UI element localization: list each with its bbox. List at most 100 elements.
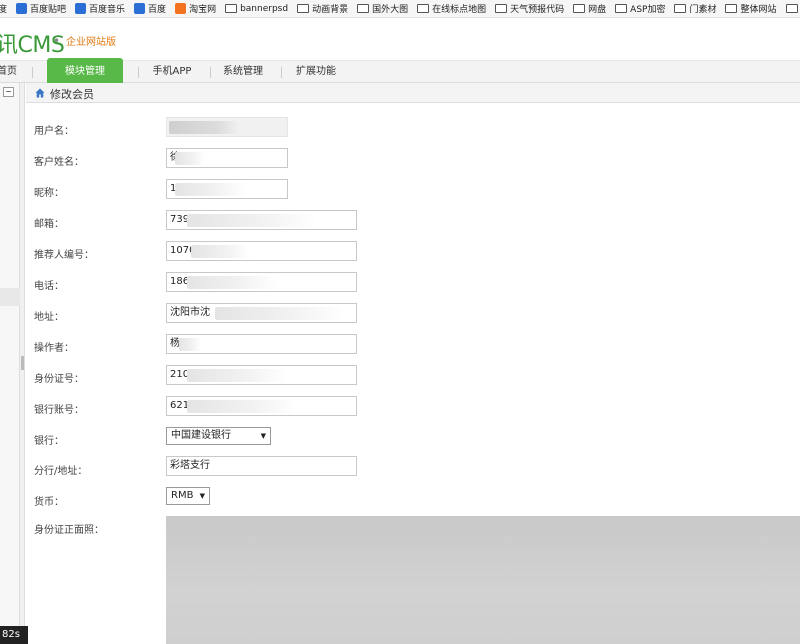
redacted-mask	[175, 152, 205, 165]
bookmark-item[interactable]: 淘宝网	[175, 2, 216, 15]
folder-icon	[573, 4, 586, 13]
nav-divider	[210, 67, 211, 78]
nickname-field[interactable]: 1	[166, 179, 288, 199]
address-label: 地址：	[34, 312, 64, 323]
bookmark-item[interactable]: bannerpsd	[225, 4, 288, 14]
branch-value: 彩塔支行	[170, 460, 210, 471]
email-field[interactable]: 739	[166, 210, 357, 230]
redacted-mask	[191, 245, 251, 258]
nav-extensions[interactable]: 扩展功能	[285, 61, 347, 83]
nickname-label: 昵称：	[34, 188, 64, 199]
paw-icon	[16, 3, 28, 14]
id-front-photo[interactable]	[166, 516, 800, 644]
idphoto-label: 身份证正面照：	[34, 525, 104, 536]
bookmark-item[interactable]: 百度音乐	[75, 2, 125, 15]
bookmark-label: 淘宝网	[189, 5, 217, 15]
redacted-mask	[187, 214, 317, 227]
operator-field[interactable]: 杨	[166, 334, 357, 354]
idcard-label: 身份证号：	[34, 374, 84, 385]
folder-icon	[417, 4, 430, 13]
folder-icon	[785, 4, 798, 13]
nav-module-management[interactable]: 模块管理	[47, 58, 123, 83]
bookmark-label: 动画背景	[312, 5, 349, 15]
paw-icon	[134, 3, 146, 14]
bookmark-label: ASP加密	[630, 5, 666, 15]
realname-field[interactable]: 徐	[166, 148, 288, 168]
bookmark-item[interactable]: 百度	[134, 2, 166, 15]
dropdown-arrow-icon: ▼	[260, 432, 266, 440]
bookmark-item[interactable]: 动画背景	[297, 2, 348, 15]
folder-icon	[357, 4, 370, 13]
bookmark-item[interactable]: 网盘	[573, 2, 606, 15]
redacted-mask	[187, 276, 277, 289]
email-label: 邮箱：	[34, 219, 64, 230]
home-icon	[35, 88, 45, 98]
bookmark-item[interactable]: 天气预报代码	[495, 2, 564, 15]
address-field[interactable]: 沈阳市沈	[166, 303, 357, 323]
nav-mobile-app[interactable]: 手机APP	[141, 61, 203, 83]
page-title: 修改会员	[50, 88, 94, 101]
redacted-mask	[179, 338, 201, 351]
referrer-field[interactable]: 1070	[166, 241, 357, 261]
currency-label: 货币：	[34, 497, 64, 508]
edition-label: 企业网站版	[66, 37, 116, 48]
main-nav: 首页 模块管理 手机APP 系统管理 扩展功能	[0, 58, 800, 83]
bookmark-label: 度	[0, 2, 7, 15]
folder-icon	[615, 4, 628, 13]
bankacct-label: 银行账号：	[34, 405, 84, 416]
folder-icon	[495, 4, 508, 13]
bank-select[interactable]: 中国建设银行 ▼	[166, 427, 271, 445]
bookmark-label: 天气预报代码	[510, 5, 565, 15]
bookmark-item[interactable]: ASP加密	[615, 2, 665, 15]
currency-value: RMB	[171, 490, 194, 501]
phone-label: 电话：	[34, 281, 64, 292]
bookmark-label: 百度贴吧	[30, 5, 67, 15]
bookmark-item[interactable]: 酒店	[785, 2, 800, 15]
currency-select[interactable]: RMB ▼	[166, 487, 210, 505]
grip-icon[interactable]	[21, 356, 24, 370]
collapse-button[interactable]: −	[3, 87, 14, 97]
bookmark-label: 网盘	[588, 5, 607, 15]
bank-value: 中国建设银行	[171, 430, 231, 441]
bookmarks-bar: 度 百度贴吧 百度音乐 百度 淘宝网 bannerpsd 动画背景 国外大图 在…	[0, 0, 800, 18]
edit-member-form: 用户名： 客户姓名： 徐 昵称： 1 邮箱： 739 推荐人编号： 1070 电…	[26, 103, 800, 644]
redacted-mask	[187, 400, 297, 413]
username-label: 用户名：	[34, 126, 74, 137]
redacted-mask	[187, 369, 287, 382]
sidebar-selected-item[interactable]	[0, 288, 20, 306]
redacted-mask	[215, 307, 345, 320]
idcard-field[interactable]: 210	[166, 365, 357, 385]
taobao-icon	[175, 3, 187, 14]
folder-icon	[297, 4, 310, 13]
bookmark-item[interactable]: 整体网站	[725, 2, 777, 15]
bookmark-label: 在线标点地图	[432, 5, 487, 15]
bookmark-label: 整体网站	[740, 5, 777, 15]
paw-icon	[75, 3, 87, 14]
redacted-mask	[169, 121, 239, 134]
logo-prefix: 讯	[0, 33, 18, 58]
branch-field[interactable]: 彩塔支行	[166, 456, 357, 476]
bookmark-item[interactable]: 在线标点地图	[417, 2, 486, 15]
operator-label: 操作者：	[34, 343, 74, 354]
bookmark-item[interactable]: 门素材	[674, 2, 716, 15]
bookmark-label: 门素材	[689, 5, 717, 15]
bookmark-item[interactable]: 国外大图	[357, 2, 408, 15]
bookmark-item[interactable]: 百度贴吧	[16, 2, 66, 15]
bookmark-label: 百度音乐	[89, 5, 126, 15]
nav-system-management[interactable]: 系统管理	[212, 61, 274, 83]
nav-home[interactable]: 首页	[0, 61, 20, 83]
bookmark-label: 百度	[148, 5, 167, 15]
phone-field[interactable]: 186	[166, 272, 357, 292]
redacted-mask	[175, 183, 245, 196]
load-timer: 82s	[0, 626, 28, 644]
bookmark-item[interactable]: 度	[0, 2, 7, 15]
bankacct-field[interactable]: 621	[166, 396, 357, 416]
folder-icon	[725, 4, 738, 13]
bank-label: 银行：	[34, 436, 64, 447]
dropdown-arrow-icon: ▼	[199, 492, 205, 500]
bookmark-label: 国外大图	[372, 5, 409, 15]
nav-divider	[138, 67, 139, 78]
left-sidebar: −	[0, 83, 20, 644]
folder-icon	[674, 4, 687, 13]
referrer-label: 推荐人编号：	[34, 250, 94, 261]
